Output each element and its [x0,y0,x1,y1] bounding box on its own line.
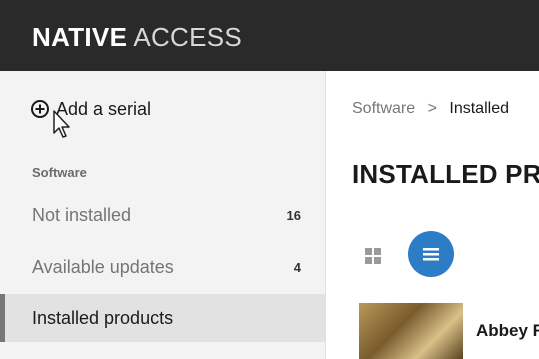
app-title: NATIVE ACCESS [32,22,242,53]
sidebar-item-label: Available updates [32,256,174,277]
sidebar: Add a serial Software Not installed 16 A… [0,71,326,359]
product-thumbnail[interactable] [359,303,463,359]
sidebar-item-count: 16 [286,207,301,223]
breadcrumb: Software > Installed [352,100,509,118]
list-view-icon [423,248,439,261]
sidebar-item-not-installed[interactable]: Not installed 16 [0,191,325,239]
app-title-light: ACCESS [133,22,243,52]
section-label-software: Software [32,165,87,180]
product-name[interactable]: Abbey R [476,321,539,341]
sidebar-item-label: Installed products [32,307,174,328]
breadcrumb-separator: > [427,100,437,117]
page-title: INSTALLED PR [352,159,539,189]
add-serial-button[interactable]: Add a serial [30,97,151,121]
sidebar-item-count: 4 [293,259,301,275]
add-circle-icon [30,99,50,119]
list-view-button[interactable] [408,231,454,277]
sidebar-item-available-updates[interactable]: Available updates 4 [0,243,325,291]
main-content: Software > Installed INSTALLED PR Abbey … [326,71,539,359]
top-bar: NATIVE ACCESS [0,0,539,71]
breadcrumb-root[interactable]: Software [352,100,415,117]
app-title-bold: NATIVE [32,22,128,52]
sidebar-item-label: Not installed [32,204,132,225]
grid-view-icon[interactable] [364,247,382,265]
sidebar-item-installed-products[interactable]: Installed products [0,294,325,342]
breadcrumb-current: Installed [449,100,509,117]
mouse-cursor-icon [53,110,70,138]
